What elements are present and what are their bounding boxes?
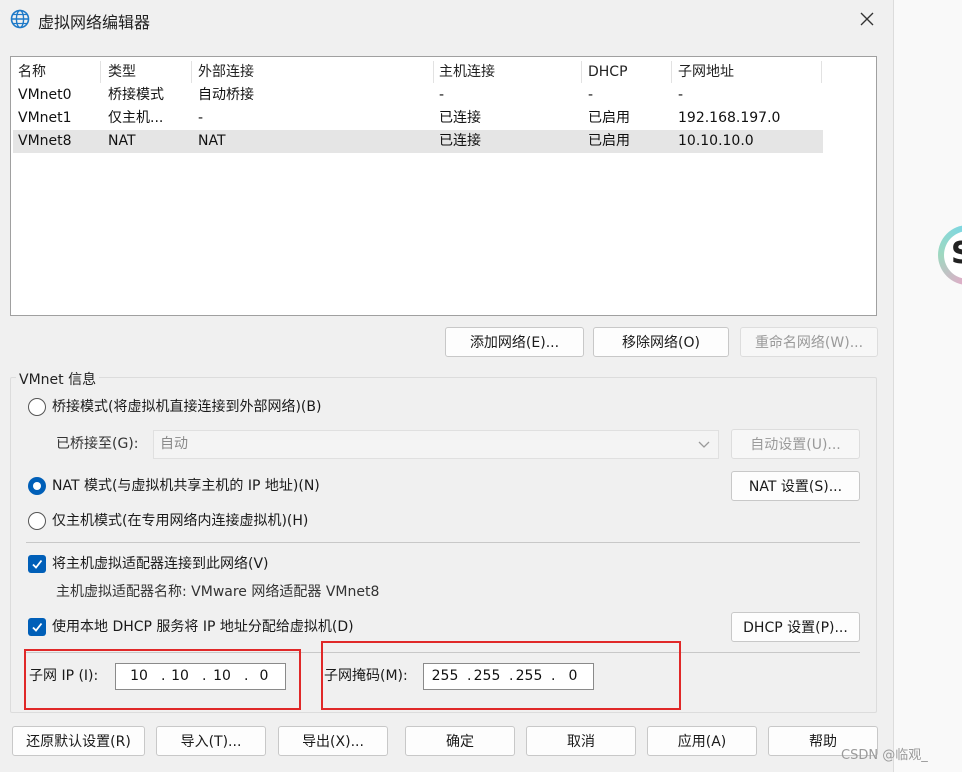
column-divider[interactable] <box>100 61 101 83</box>
close-button[interactable] <box>852 5 882 33</box>
add-network-button[interactable]: 添加网络(E)... <box>445 327 584 357</box>
cell-name: VMnet8 <box>18 133 72 149</box>
cell-dhcp: - <box>588 87 594 103</box>
bridged-mode-label[interactable]: 桥接模式(将虚拟机直接连接到外部网络)(B) <box>52 397 321 417</box>
highlight-box-subnet-mask <box>321 641 681 710</box>
checkmark-icon <box>32 622 43 632</box>
adapter-name-text: 主机虚拟适配器名称: VMware 网络适配器 VMnet8 <box>56 584 380 600</box>
cell-name: VMnet1 <box>18 110 72 126</box>
network-table: 名称 类型 外部连接 主机连接 DHCP 子网地址 VMnet0 桥接模式 自动… <box>10 56 877 316</box>
cell-external: NAT <box>198 133 226 149</box>
cell-name: VMnet0 <box>18 87 72 103</box>
column-divider[interactable] <box>671 61 672 83</box>
use-dhcp-checkbox[interactable] <box>28 618 46 636</box>
cell-host: 已连接 <box>439 133 481 149</box>
bridged-to-value: 自动 <box>160 436 188 452</box>
table-row[interactable]: VMnet0 桥接模式 自动桥接 - - - <box>13 84 823 107</box>
bridged-to-label: 已桥接至(G): <box>56 436 139 452</box>
cell-type: 桥接模式 <box>108 87 164 103</box>
background-app-glyph: S <box>951 236 962 271</box>
import-button[interactable]: 导入(T)... <box>156 726 266 756</box>
connect-adapter-checkbox[interactable] <box>28 555 46 573</box>
column-header-external[interactable]: 外部连接 <box>198 61 254 83</box>
nat-settings-button[interactable]: NAT 设置(S)... <box>731 471 860 501</box>
cell-type: 仅主机... <box>108 110 164 126</box>
cell-subnet: 10.10.10.0 <box>678 133 754 149</box>
dhcp-settings-button[interactable]: DHCP 设置(P)... <box>731 612 860 642</box>
cell-external: 自动桥接 <box>198 87 254 103</box>
chevron-down-icon <box>698 441 710 448</box>
cell-dhcp: 已启用 <box>588 110 630 126</box>
bridged-mode-radio[interactable] <box>28 398 46 416</box>
ok-button[interactable]: 确定 <box>405 726 515 756</box>
divider <box>26 542 860 543</box>
bridged-to-select[interactable] <box>153 430 719 459</box>
cell-subnet: 192.168.197.0 <box>678 110 781 126</box>
table-row[interactable]: VMnet1 仅主机... - 已连接 已启用 192.168.197.0 <box>13 107 823 130</box>
nat-mode-radio[interactable] <box>28 477 46 495</box>
use-dhcp-label[interactable]: 使用本地 DHCP 服务将 IP 地址分配给虚拟机(D) <box>52 617 354 637</box>
window-title: 虚拟网络编辑器 <box>38 13 151 32</box>
virtual-network-editor-window: 虚拟网络编辑器 名称 类型 外部连接 主机连接 DHCP 子网地址 VMnet0… <box>0 0 893 772</box>
auto-settings-button[interactable]: 自动设置(U)... <box>731 429 860 459</box>
host-only-mode-label[interactable]: 仅主机模式(在专用网络内连接虚拟机)(H) <box>52 511 308 531</box>
watermark-text: CSDN @临观_ <box>841 748 928 763</box>
cell-external: - <box>198 110 204 126</box>
remove-network-button[interactable]: 移除网络(O) <box>593 327 729 357</box>
cell-host: 已连接 <box>439 110 481 126</box>
export-button[interactable]: 导出(X)... <box>278 726 388 756</box>
column-header-type[interactable]: 类型 <box>108 61 136 83</box>
connect-adapter-label[interactable]: 将主机虚拟适配器连接到此网络(V) <box>52 554 269 574</box>
nat-mode-label[interactable]: NAT 模式(与虚拟机共享主机的 IP 地址)(N) <box>52 476 320 496</box>
restore-defaults-button[interactable]: 还原默认设置(R) <box>12 726 145 756</box>
apply-button[interactable]: 应用(A) <box>647 726 757 756</box>
column-header-dhcp[interactable]: DHCP <box>588 61 628 83</box>
highlight-box-subnet-ip <box>24 649 301 710</box>
column-header-name[interactable]: 名称 <box>18 61 46 83</box>
column-divider[interactable] <box>191 61 192 83</box>
column-header-host[interactable]: 主机连接 <box>439 61 495 83</box>
column-divider[interactable] <box>821 61 822 83</box>
cell-dhcp: 已启用 <box>588 133 630 149</box>
background-app-area <box>893 0 962 772</box>
checkmark-icon <box>32 559 43 569</box>
table-row-selected[interactable]: VMnet8 NAT NAT 已连接 已启用 10.10.10.0 <box>13 130 823 153</box>
cancel-button[interactable]: 取消 <box>526 726 636 756</box>
close-icon <box>860 12 874 26</box>
cell-type: NAT <box>108 133 136 149</box>
globe-icon <box>10 9 30 29</box>
cell-subnet: - <box>678 87 684 103</box>
host-only-mode-radio[interactable] <box>28 512 46 530</box>
cell-host: - <box>439 87 445 103</box>
column-divider[interactable] <box>581 61 582 83</box>
rename-network-button[interactable]: 重命名网络(W)... <box>740 327 878 357</box>
column-header-subnet[interactable]: 子网地址 <box>678 61 734 83</box>
vmnet-info-label: VMnet 信息 <box>16 369 100 389</box>
column-divider[interactable] <box>433 61 434 83</box>
